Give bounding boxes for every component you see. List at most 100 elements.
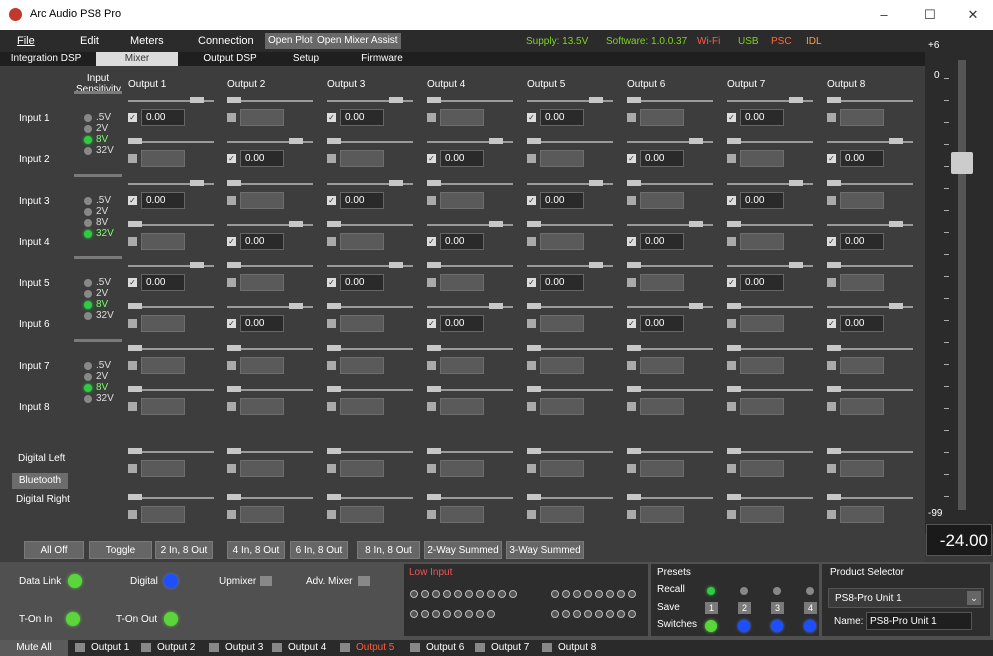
- gain-value-box[interactable]: [440, 109, 484, 126]
- enable-checkbox[interactable]: ✓: [427, 237, 436, 246]
- sensitivity-radio-2V[interactable]: [84, 290, 92, 298]
- gain-value-box[interactable]: [440, 357, 484, 374]
- digital-slider-thumb[interactable]: [627, 494, 641, 500]
- digital-slider-thumb[interactable]: [427, 448, 441, 454]
- gain-slider-thumb[interactable]: [627, 262, 641, 268]
- gain-value-box[interactable]: 0.00: [840, 315, 884, 332]
- gain-value-box[interactable]: [840, 192, 884, 209]
- enable-checkbox[interactable]: [827, 361, 836, 370]
- enable-checkbox[interactable]: [128, 154, 137, 163]
- gain-slider-thumb[interactable]: [389, 180, 403, 186]
- switch-led-4[interactable]: [804, 620, 816, 632]
- digital-slider-thumb[interactable]: [427, 494, 441, 500]
- digital-gain-box[interactable]: [340, 506, 384, 523]
- gain-slider-thumb[interactable]: [427, 386, 441, 392]
- digital-gain-box[interactable]: [840, 506, 884, 523]
- master-fader-thumb[interactable]: [951, 152, 973, 174]
- sensitivity-radio-2V[interactable]: [84, 208, 92, 216]
- gain-value-box[interactable]: [740, 150, 784, 167]
- enable-checkbox[interactable]: [627, 113, 636, 122]
- gain-value-box[interactable]: [141, 398, 185, 415]
- menu-edit[interactable]: Edit: [80, 35, 99, 47]
- preset-3way-summed-button[interactable]: 3-Way Summed: [506, 541, 584, 559]
- gain-slider-thumb[interactable]: [889, 221, 903, 227]
- tab-setup[interactable]: Setup: [276, 52, 336, 66]
- digital-slider-thumb[interactable]: [128, 494, 142, 500]
- enable-checkbox[interactable]: [727, 402, 736, 411]
- gain-value-box[interactable]: [240, 109, 284, 126]
- gain-slider-thumb[interactable]: [527, 221, 541, 227]
- enable-checkbox[interactable]: [427, 196, 436, 205]
- sensitivity-radio-8V[interactable]: [84, 136, 92, 144]
- enable-checkbox[interactable]: [527, 237, 536, 246]
- gain-value-box[interactable]: 0.00: [740, 274, 784, 291]
- digital-slider-thumb[interactable]: [627, 448, 641, 454]
- close-button[interactable]: ✕: [963, 6, 983, 24]
- gain-slider-thumb[interactable]: [589, 97, 603, 103]
- gain-slider-thumb[interactable]: [489, 303, 503, 309]
- mute-checkbox-output-3[interactable]: [209, 643, 219, 652]
- enable-checkbox[interactable]: ✓: [627, 319, 636, 328]
- digital-enable-checkbox[interactable]: [827, 510, 836, 519]
- mute-checkbox-output-7[interactable]: [475, 643, 485, 652]
- gain-value-box[interactable]: 0.00: [340, 109, 384, 126]
- gain-value-box[interactable]: [740, 233, 784, 250]
- digital-slider-thumb[interactable]: [827, 448, 841, 454]
- gain-slider-thumb[interactable]: [727, 386, 741, 392]
- enable-checkbox[interactable]: [827, 113, 836, 122]
- digital-enable-checkbox[interactable]: [627, 464, 636, 473]
- gain-slider-thumb[interactable]: [489, 138, 503, 144]
- digital-slider-thumb[interactable]: [827, 494, 841, 500]
- save-preset-4[interactable]: 4: [804, 602, 817, 614]
- gain-value-box[interactable]: 0.00: [640, 315, 684, 332]
- switch-led-3[interactable]: [771, 620, 783, 632]
- open-plot-button[interactable]: Open Plot: [265, 33, 316, 49]
- enable-checkbox[interactable]: ✓: [827, 154, 836, 163]
- bluetooth-button[interactable]: Bluetooth: [12, 473, 68, 489]
- gain-value-box[interactable]: [440, 274, 484, 291]
- gain-value-box[interactable]: [240, 192, 284, 209]
- product-unit-select[interactable]: PS8-Pro Unit 1 ⌄: [828, 588, 984, 608]
- enable-checkbox[interactable]: [128, 402, 137, 411]
- digital-slider-thumb[interactable]: [727, 448, 741, 454]
- gain-slider-thumb[interactable]: [589, 180, 603, 186]
- gain-value-box[interactable]: [440, 192, 484, 209]
- mute-checkbox-output-2[interactable]: [141, 643, 151, 652]
- enable-checkbox[interactable]: ✓: [727, 196, 736, 205]
- gain-slider-thumb[interactable]: [128, 303, 142, 309]
- digital-enable-checkbox[interactable]: [128, 510, 137, 519]
- gain-slider-thumb[interactable]: [327, 386, 341, 392]
- gain-slider-thumb[interactable]: [389, 262, 403, 268]
- gain-slider-thumb[interactable]: [327, 221, 341, 227]
- sensitivity-radio-.5V[interactable]: [84, 279, 92, 287]
- digital-slider-thumb[interactable]: [128, 448, 142, 454]
- enable-checkbox[interactable]: ✓: [128, 278, 137, 287]
- gain-slider-thumb[interactable]: [289, 138, 303, 144]
- open-mixer-assist-button[interactable]: Open Mixer Assist: [314, 33, 401, 49]
- sensitivity-radio-8V[interactable]: [84, 301, 92, 309]
- digital-slider-thumb[interactable]: [527, 448, 541, 454]
- enable-checkbox[interactable]: [327, 237, 336, 246]
- gain-slider-thumb[interactable]: [327, 345, 341, 351]
- enable-checkbox[interactable]: [727, 361, 736, 370]
- sensitivity-radio-2V[interactable]: [84, 125, 92, 133]
- digital-enable-checkbox[interactable]: [427, 464, 436, 473]
- gain-slider-thumb[interactable]: [527, 345, 541, 351]
- gain-value-box[interactable]: [640, 109, 684, 126]
- gain-slider-thumb[interactable]: [289, 303, 303, 309]
- toggle-spdif-button[interactable]: Toggle SPDIF: [89, 541, 152, 574]
- gain-value-box[interactable]: [540, 315, 584, 332]
- gain-slider-thumb[interactable]: [190, 262, 204, 268]
- gain-value-box[interactable]: 0.00: [740, 109, 784, 126]
- gain-slider-thumb[interactable]: [889, 138, 903, 144]
- gain-value-box[interactable]: 0.00: [840, 150, 884, 167]
- enable-checkbox[interactable]: ✓: [727, 278, 736, 287]
- save-preset-2[interactable]: 2: [738, 602, 751, 614]
- gain-slider-thumb[interactable]: [489, 221, 503, 227]
- digital-gain-box[interactable]: [340, 460, 384, 477]
- enable-checkbox[interactable]: ✓: [427, 319, 436, 328]
- gain-value-box[interactable]: 0.00: [840, 233, 884, 250]
- gain-slider-thumb[interactable]: [389, 97, 403, 103]
- digital-gain-box[interactable]: [440, 460, 484, 477]
- digital-slider-thumb[interactable]: [527, 494, 541, 500]
